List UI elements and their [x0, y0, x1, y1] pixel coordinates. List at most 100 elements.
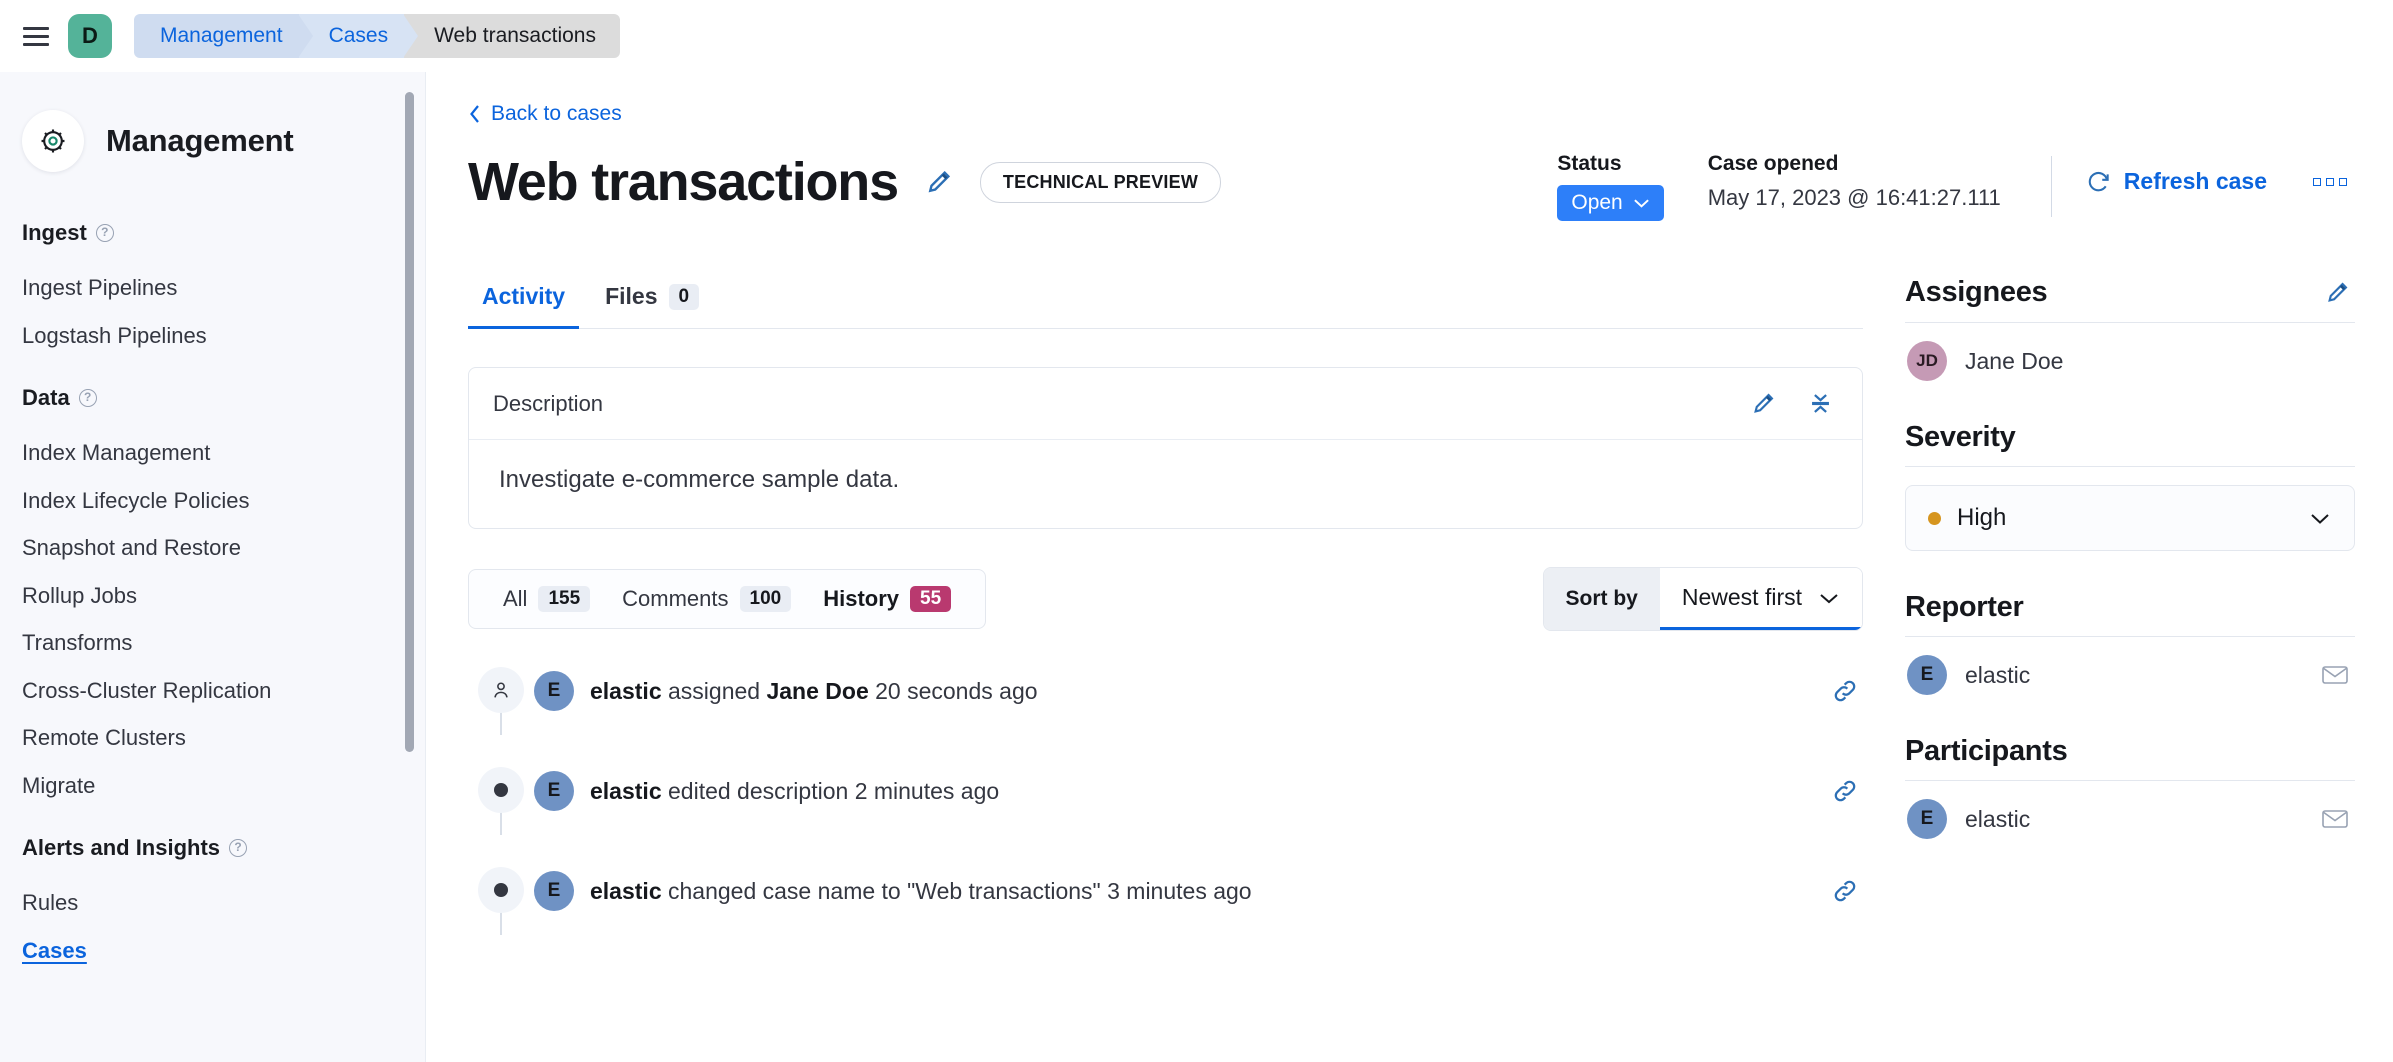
sidebar-item-rules[interactable]: Rules — [0, 879, 425, 927]
reporter-row: E elastic — [1905, 637, 2355, 695]
participant-row: E elastic — [1905, 781, 2355, 839]
timeline-time: 2 minutes ago — [855, 778, 999, 804]
timeline-action: changed case name to "Web transactions" — [668, 878, 1101, 904]
severity-title: Severity — [1905, 421, 2015, 454]
chevron-down-icon — [2308, 511, 2332, 526]
case-sidebar: Assignees JD — [1905, 275, 2355, 965]
edit-title-pencil-icon[interactable] — [920, 163, 958, 201]
severity-section: Severity High — [1905, 421, 2355, 551]
sidebar-title: Management — [106, 123, 293, 159]
filter-history-label: History — [823, 586, 899, 612]
technical-preview-badge[interactable]: TECHNICAL PREVIEW — [980, 162, 1221, 203]
chevron-down-icon — [1818, 591, 1840, 605]
hamburger-menu-icon[interactable] — [14, 14, 58, 58]
filter-all-label: All — [503, 586, 527, 612]
breadcrumb: Management Cases Web transactions — [134, 14, 620, 58]
status-label: Status — [1557, 152, 1663, 176]
timeline-user: elastic — [590, 678, 662, 704]
tab-activity-label: Activity — [482, 283, 565, 310]
sidebar-group-label: Data — [22, 385, 70, 411]
avatar: E — [1907, 655, 1947, 695]
sidebar-item-index-management[interactable]: Index Management — [0, 429, 425, 477]
main-content: Back to cases Web transactions TECHNICAL… — [425, 72, 2393, 1062]
divider — [2051, 156, 2052, 217]
activity-filter-group: All 155 Comments 100 History 55 — [468, 569, 986, 629]
sidebar-item-cross-cluster-replication[interactable]: Cross-Cluster Replication — [0, 667, 425, 715]
sidebar-header: Management — [0, 100, 425, 172]
chevron-left-icon — [468, 103, 482, 125]
filter-history[interactable]: History 55 — [807, 580, 967, 618]
assignees-title: Assignees — [1905, 276, 2047, 309]
severity-value: High — [1957, 504, 2006, 532]
description-text: Investigate e-commerce sample data. — [469, 440, 1862, 528]
breadcrumb-item-current: Web transactions — [404, 14, 620, 58]
link-icon[interactable] — [1827, 873, 1863, 909]
timeline-action: edited description — [668, 778, 848, 804]
timeline-action: assigned — [668, 678, 760, 704]
sidebar-navigation: Management Ingest ? Ingest Pipelines Log… — [0, 72, 425, 1062]
breadcrumb-item-management[interactable]: Management — [134, 14, 299, 58]
link-icon[interactable] — [1827, 673, 1863, 709]
sidebar-item-remote-clusters[interactable]: Remote Clusters — [0, 714, 425, 762]
sidebar-scrollbar[interactable] — [405, 92, 414, 752]
link-icon[interactable] — [1827, 773, 1863, 809]
envelope-icon[interactable] — [2317, 659, 2353, 691]
filter-comments[interactable]: Comments 100 — [606, 580, 807, 618]
breadcrumb-item-cases[interactable]: Cases — [299, 14, 405, 58]
timeline-user: elastic — [590, 878, 662, 904]
help-icon[interactable]: ? — [79, 389, 97, 407]
filter-comments-label: Comments — [622, 586, 728, 612]
sidebar-item-logstash-pipelines[interactable]: Logstash Pipelines — [0, 312, 425, 360]
edit-assignees-pencil-icon[interactable] — [2320, 275, 2355, 310]
sort-select[interactable]: Newest first — [1660, 568, 1862, 630]
timeline-user: elastic — [590, 778, 662, 804]
divider — [1905, 466, 2355, 467]
edit-description-pencil-icon[interactable] — [1746, 386, 1781, 421]
back-to-cases-link[interactable]: Back to cases — [468, 102, 622, 126]
filter-all-count: 155 — [538, 586, 590, 612]
avatar: JD — [1907, 341, 1947, 381]
sort-by-label: Sort by — [1544, 568, 1660, 630]
tab-files[interactable]: Files 0 — [591, 275, 713, 329]
sidebar-item-index-lifecycle-policies[interactable]: Index Lifecycle Policies — [0, 477, 425, 525]
timeline-item: E elastic edited description 2 minutes a… — [468, 765, 1863, 865]
envelope-icon[interactable] — [2317, 803, 2353, 835]
timeline-time: 20 seconds ago — [875, 678, 1037, 704]
timeline-item-text: E elastic edited description 2 minutes a… — [534, 771, 999, 811]
avatar: E — [534, 871, 574, 911]
sidebar-item-snapshot-and-restore[interactable]: Snapshot and Restore — [0, 524, 425, 572]
chevron-down-icon — [1633, 197, 1650, 209]
description-header-label: Description — [493, 391, 603, 417]
case-tabs: Activity Files 0 — [468, 275, 1863, 329]
sort-control: Sort by Newest first — [1543, 567, 1863, 631]
sidebar-item-migrate[interactable]: Migrate — [0, 762, 425, 810]
help-icon[interactable]: ? — [229, 839, 247, 857]
sidebar-item-cases[interactable]: Cases — [0, 927, 425, 975]
reporter-name: elastic — [1965, 662, 2030, 689]
page-title: Web transactions — [468, 151, 898, 213]
case-opened-block: Case opened May 17, 2023 @ 16:41:27.111 — [1708, 152, 2045, 211]
filter-all[interactable]: All 155 — [487, 580, 606, 618]
collapse-description-icon[interactable] — [1803, 386, 1838, 421]
status-badge[interactable]: Open — [1557, 185, 1663, 221]
sidebar-group-title-ingest: Ingest ? — [0, 220, 425, 246]
sidebar-group-title-alerts: Alerts and Insights ? — [0, 835, 425, 861]
tab-activity[interactable]: Activity — [468, 275, 579, 329]
sidebar-group-ingest: Ingest ? Ingest Pipelines Logstash Pipel… — [0, 220, 425, 359]
top-navigation-bar: D Management Cases Web transactions — [0, 0, 2393, 72]
sidebar-item-rollup-jobs[interactable]: Rollup Jobs — [0, 572, 425, 620]
participant-name: elastic — [1965, 806, 2030, 833]
sidebar-item-ingest-pipelines[interactable]: Ingest Pipelines — [0, 264, 425, 312]
space-avatar[interactable]: D — [68, 14, 112, 58]
help-icon[interactable]: ? — [96, 224, 114, 242]
avatar: E — [534, 771, 574, 811]
more-horizontal-icon[interactable] — [2305, 170, 2355, 194]
sidebar-item-transforms[interactable]: Transforms — [0, 619, 425, 667]
refresh-case-button[interactable]: Refresh case — [2086, 168, 2267, 195]
participants-title: Participants — [1905, 735, 2067, 768]
severity-select[interactable]: High — [1905, 485, 2355, 551]
activity-filter-row: All 155 Comments 100 History 55 — [468, 567, 1863, 631]
sidebar-group-label: Ingest — [22, 220, 87, 246]
timeline-dot-icon — [478, 767, 524, 813]
severity-dot-icon — [1928, 512, 1941, 525]
